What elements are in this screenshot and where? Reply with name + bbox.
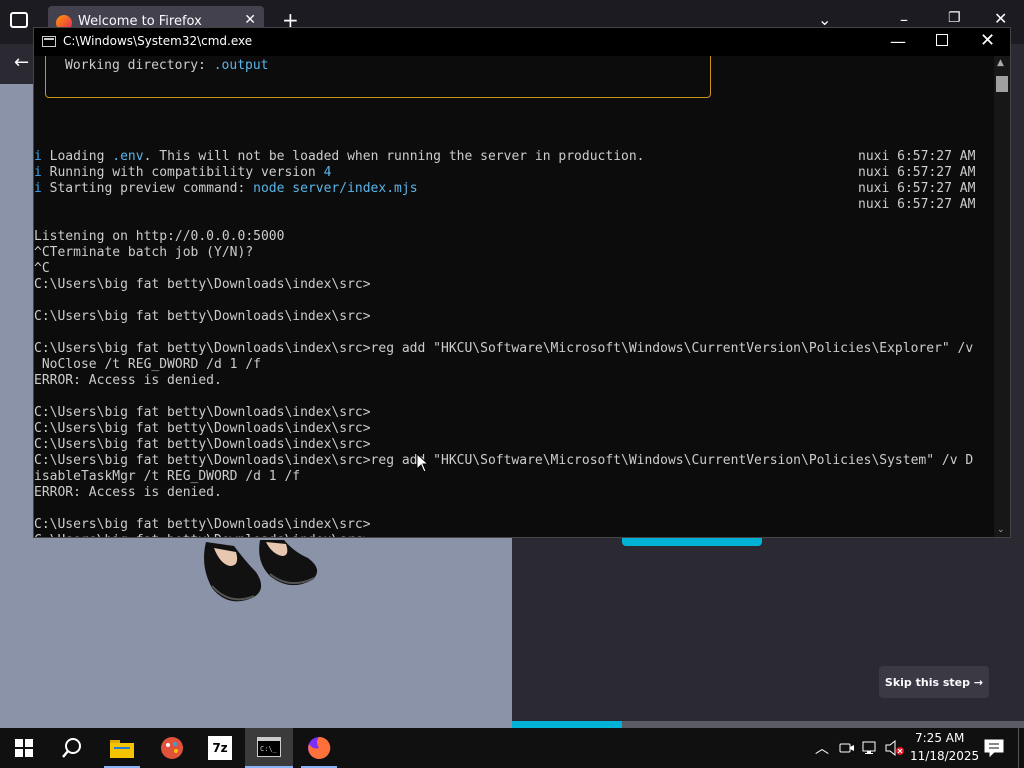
shell-line: C:\Users\big fat betty\Downloads\index\s… [34, 533, 973, 537]
shell-history: Listening on http://0.0.0.0:5000 ^CTermin… [34, 213, 973, 537]
search-icon [62, 738, 81, 758]
cmd-output[interactable]: Working directory: .output i Loading .en… [34, 56, 994, 537]
windows-taskbar: 7z C:\_ ︿ 7:25 AM 11/18/2025 [0, 728, 1024, 768]
nuxi-info-box: Working directory: .output [45, 56, 711, 98]
log-timestamp: nuxi 6:57:27 AM [858, 165, 976, 180]
shell-line: C:\Users\big fat betty\Downloads\index\s… [34, 309, 371, 324]
network-icon[interactable] [862, 740, 880, 756]
meet-now-icon[interactable] [839, 740, 855, 756]
notification-icon[interactable] [984, 739, 1004, 757]
nuxi-log-lines: i Loading .env. This will not be loaded … [34, 149, 645, 197]
file-explorer-icon [110, 740, 134, 758]
cmd-window[interactable]: C:\Windows\System32\cmd.exe — ✕ Working … [34, 28, 1010, 537]
shell-line: ERROR: Access is denied. [34, 485, 222, 500]
svg-text:C:\_: C:\_ [260, 745, 278, 753]
close-icon[interactable]: ✕ [980, 30, 995, 51]
scroll-up-icon[interactable]: ▲ [997, 58, 1004, 68]
skip-step-button[interactable]: Skip this step → [879, 666, 989, 698]
log-rest: . This will not be loaded when running t… [143, 149, 645, 164]
firefox-tab-title: Welcome to Firefox [78, 14, 202, 29]
7zip-icon: 7z [208, 736, 232, 760]
cmd-window-icon [42, 36, 56, 47]
working-directory-value: .output [213, 58, 269, 73]
scrollbar-thumb[interactable] [996, 76, 1008, 92]
log-text: Running with compatibility version [49, 165, 324, 180]
cmd-icon: C:\_ [257, 737, 281, 757]
onboarding-progress-fill [512, 721, 623, 728]
onboarding-progress-bar [512, 721, 1024, 728]
info-prefix: i [34, 181, 50, 196]
log-highlight: .env [112, 149, 144, 164]
cmd-taskbar-button[interactable]: C:\_ [245, 728, 293, 768]
paint-app-icon [161, 737, 183, 759]
shell-line: C:\Users\big fat betty\Downloads\index\s… [34, 421, 371, 436]
clock-date[interactable]: 11/18/2025 [910, 749, 979, 763]
minimize-icon[interactable]: — [890, 32, 906, 51]
shell-line: ^C [34, 261, 50, 276]
log-highlight: node server/index.mjs [253, 181, 418, 196]
7zip-button[interactable]: 7z [196, 728, 244, 768]
log-timestamp: nuxi 6:57:27 AM [858, 181, 976, 196]
shell-line: ^CTerminate batch job (Y/N)? [34, 245, 254, 260]
shell-line: C:\Users\big fat betty\Downloads\index\s… [34, 277, 371, 292]
back-arrow-icon[interactable]: ← [14, 52, 29, 73]
cmd-title-bar[interactable]: C:\Windows\System32\cmd.exe — ✕ [34, 28, 1010, 56]
working-directory-line: Working directory: .output [65, 58, 269, 74]
7zip-label: 7z [212, 741, 228, 755]
log-line: i Running with compatibility version 4 [34, 165, 645, 181]
cmd-window-title: C:\Windows\System32\cmd.exe [63, 34, 253, 48]
paint-app-button[interactable] [148, 728, 196, 768]
working-directory-label: Working directory: [65, 58, 214, 73]
firefox-taskbar-button[interactable] [295, 728, 343, 768]
log-timestamp: nuxi 6:57:27 AM [858, 197, 976, 212]
scroll-down-icon[interactable]: ⌄ [997, 525, 1005, 535]
shell-line: NoClose /t REG_DWORD /d 1 /f [34, 357, 261, 372]
minimize-icon[interactable]: – [900, 10, 908, 29]
volume-muted-icon[interactable] [885, 740, 905, 756]
search-button[interactable] [48, 728, 96, 768]
start-button[interactable] [0, 728, 48, 768]
log-timestamp: nuxi 6:57:27 AM [858, 149, 976, 164]
log-text: Starting preview command: [49, 181, 254, 196]
close-tab-icon[interactable]: ✕ [244, 12, 256, 28]
shell-line: ERROR: Access is denied. [34, 373, 222, 388]
mouse-pointer-icon [416, 453, 430, 473]
start-icon [15, 739, 33, 757]
log-line: i Loading .env. This will not be loaded … [34, 149, 645, 165]
clock-time[interactable]: 7:25 AM [915, 731, 964, 745]
chevron-down-icon[interactable]: ⌄ [818, 10, 831, 29]
shell-line: C:\Users\big fat betty\Downloads\index\s… [34, 405, 371, 420]
nuxi-log-times: nuxi 6:57:27 AM nuxi 6:57:27 AM nuxi 6:57:… [858, 149, 975, 213]
shell-line: C:\Users\big fat betty\Downloads\index\s… [34, 341, 974, 356]
log-line: i Starting preview command: node server/… [34, 181, 645, 197]
cmd-scrollbar[interactable]: ▲ ⌄ [994, 56, 1010, 537]
restore-icon[interactable]: ❐ [948, 10, 961, 26]
close-icon[interactable]: ✕ [994, 9, 1007, 28]
shell-line: C:\Users\big fat betty\Downloads\index\s… [34, 453, 974, 468]
log-highlight: 4 [323, 165, 332, 180]
shell-line: Listening on http://0.0.0.0:5000 [34, 229, 285, 244]
file-explorer-button[interactable] [98, 728, 146, 768]
firefox-icon [308, 736, 331, 759]
shell-line: C:\Users\big fat betty\Downloads\index\s… [34, 517, 371, 532]
chevron-up-icon[interactable]: ︿ [815, 738, 829, 758]
info-prefix: i [34, 165, 50, 180]
show-desktop-button[interactable] [1018, 728, 1024, 768]
primary-action-button[interactable] [622, 536, 762, 546]
shell-line: C:\Users\big fat betty\Downloads\index\s… [34, 437, 371, 452]
info-prefix: i [34, 149, 50, 164]
maximize-icon[interactable] [936, 34, 948, 46]
log-text: Loading [49, 149, 113, 164]
tab-list-icon[interactable] [10, 12, 28, 28]
shell-line: isableTaskMgr /t REG_DWORD /d 1 /f [34, 469, 301, 484]
cartoon-feet-illustration [204, 540, 318, 602]
